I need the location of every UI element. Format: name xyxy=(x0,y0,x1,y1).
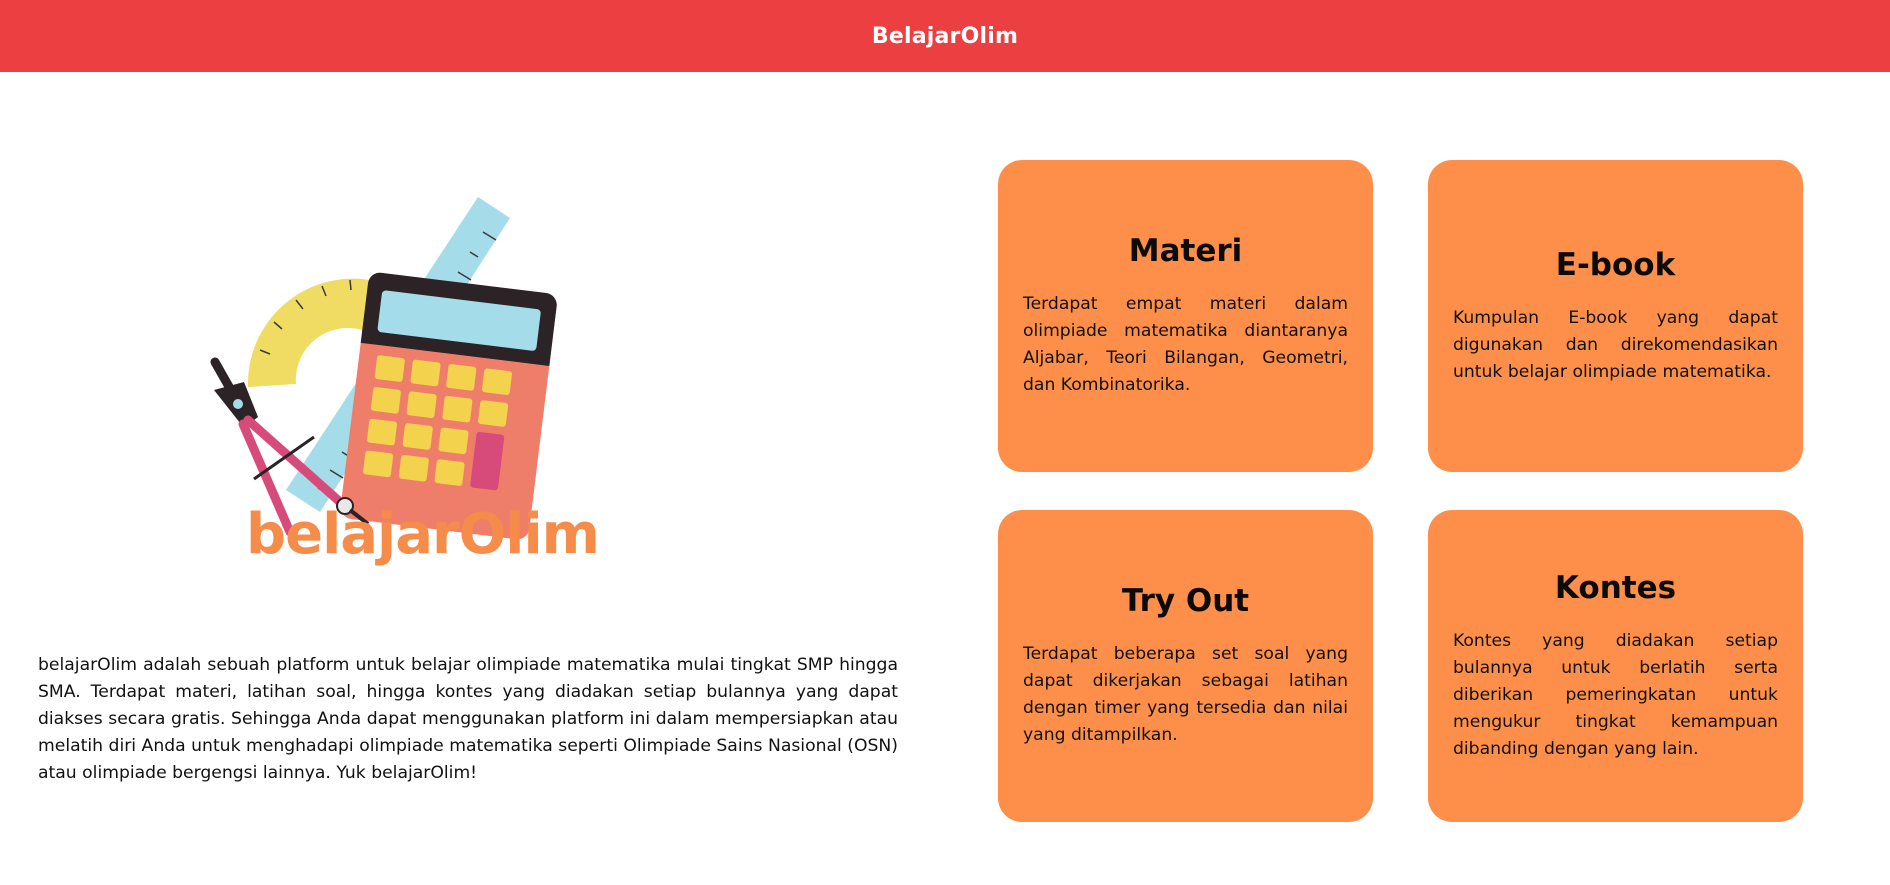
calculator-icon xyxy=(340,272,557,540)
card-title: Materi xyxy=(1128,233,1243,269)
card-description: Terdapat empat materi dalam olimpiade ma… xyxy=(1023,294,1348,395)
card-try-out[interactable]: Try Out Terdapat beberapa set soal yang … xyxy=(998,510,1373,822)
navbar-brand-link[interactable]: BelajarOlim xyxy=(872,24,1018,49)
hero-section: belajarOlim belajarOlim adalah sebuah pl… xyxy=(38,72,898,885)
card-materi[interactable]: Materi Terdapat empat materi dalam olimp… xyxy=(998,160,1373,472)
card-kontes[interactable]: Kontes Kontes yang diadakan setiap bulan… xyxy=(1428,510,1803,822)
card-title: Kontes xyxy=(1554,569,1677,606)
top-navbar: BelajarOlim xyxy=(0,0,1890,72)
card-ebook[interactable]: E-book Kumpulan E-book yang dapat diguna… xyxy=(1428,160,1803,472)
card-description: Kumpulan E-book yang dapat digunakan dan… xyxy=(1453,307,1778,382)
card-title: Try Out xyxy=(1121,583,1250,619)
platform-description: belajarOlim adalah sebuah platform untuk… xyxy=(38,655,898,783)
card-description: Terdapat beberapa set soal yang dapat di… xyxy=(1023,644,1348,745)
card-description: Kontes yang diadakan setiap bulannya unt… xyxy=(1453,630,1778,759)
card-title: E-book xyxy=(1555,246,1676,283)
brand-logo-text: belajarOlim xyxy=(246,502,600,567)
